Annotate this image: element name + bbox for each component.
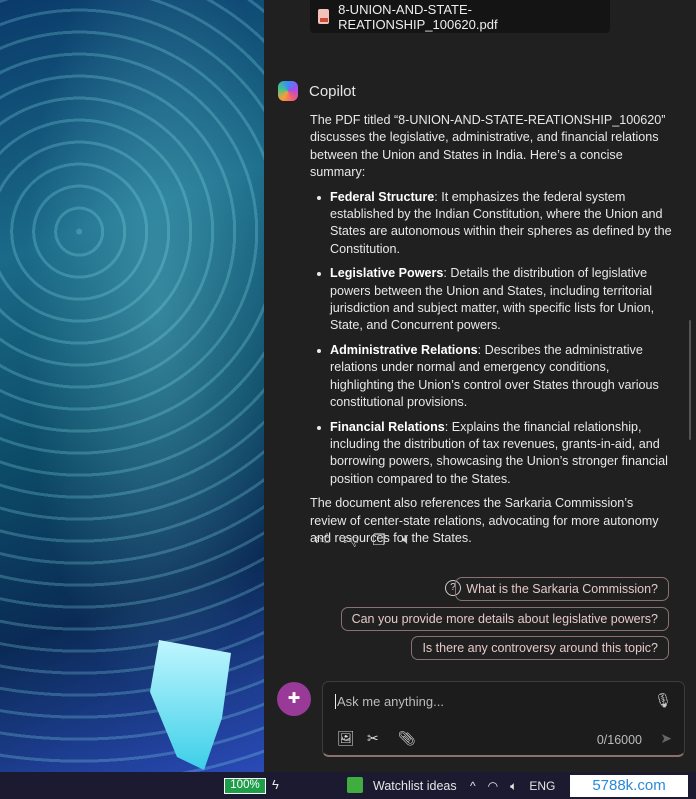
widget-label[interactable]: Watchlist ideas [373,779,457,793]
microphone-icon[interactable]: 🎙︎ [654,692,672,709]
volume-icon[interactable]: 🔈︎ [510,779,517,794]
stocks-widget-icon[interactable] [347,777,363,793]
thumbs-up-icon[interactable]: 👍︎ [314,531,332,549]
thumbs-down-icon[interactable]: 👎︎ [342,531,360,549]
copilot-logo-icon [278,81,298,101]
chevron-up-icon[interactable]: ^ [470,779,476,794]
chat-input-box[interactable]: Ask me anything... 🎙︎ 🖼︎ ✂ 📎︎ 0/16000 ➤ [322,681,685,757]
watermark: 5788k.com [570,775,688,797]
copy-icon[interactable]: ❐ [370,531,388,549]
list-item: Legislative Powers: Details the distribu… [310,265,672,335]
assistant-message: The PDF titled “8-UNION-AND-STATE-REATIO… [310,112,672,547]
assistant-header: Copilot [278,81,356,101]
desktop-wallpaper [0,0,264,772]
attach-icon[interactable]: 📎︎ [398,730,416,747]
scrollbar[interactable] [689,320,691,440]
bullet-title: Federal Structure [330,189,435,204]
bullet-title: Administrative Relations [330,342,478,357]
screenshot-icon[interactable]: ✂ [367,730,379,747]
attachment-filename: 8-UNION-AND-STATE-REATIONSHIP_100620.pdf [338,1,498,32]
character-counter: 0/16000 [596,733,642,747]
suggestion-chip[interactable]: Can you provide more details about legis… [340,607,669,631]
battery-indicator[interactable]: 100% [224,778,266,794]
bullet-title: Financial Relations [330,419,445,434]
suggestion-chip[interactable]: Is there any controversy around this top… [411,636,669,660]
send-icon[interactable]: ➤ [660,730,672,747]
attachment-chip[interactable]: 8-UNION-AND-STATE-REATIONSHIP_100620.pdf [310,0,610,33]
add-image-icon[interactable]: 🖼︎ [337,730,355,747]
list-item: Financial Relations: Explains the financ… [310,419,672,489]
wifi-icon[interactable]: ◠ [488,779,498,794]
pdf-icon [318,9,330,24]
chat-input[interactable]: Ask me anything... [335,694,444,709]
list-item: Administrative Relations: Describes the … [310,342,672,412]
language-indicator[interactable]: ENG [529,779,555,794]
read-aloud-icon[interactable]: 🔈︎ [398,531,416,549]
message-actions: 👍︎ 👎︎ ❐ 🔈︎ [314,531,416,549]
wallpaper-detail [150,640,231,770]
system-tray: ^ ◠ 🔈︎ ENG [470,779,555,794]
assistant-name: Copilot [309,82,356,100]
bullet-title: Legislative Powers [330,266,444,281]
suggestion-chip[interactable]: What is the Sarkaria Commission? [455,577,669,601]
message-intro: The PDF titled “8-UNION-AND-STATE-REATIO… [310,113,666,180]
new-topic-button[interactable]: ✚ [277,682,311,716]
list-item: Federal Structure: It emphasizes the fed… [310,189,672,259]
charging-icon: ϟ [272,777,279,792]
